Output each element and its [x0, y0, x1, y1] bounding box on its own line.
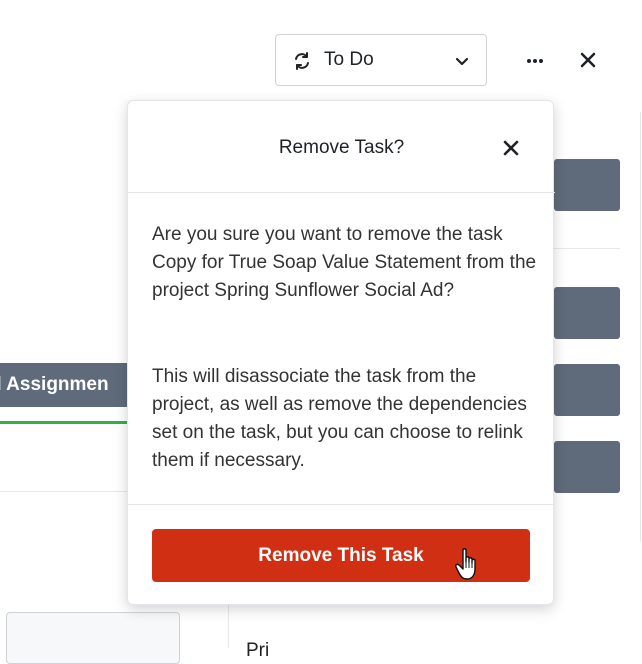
chevron-down-icon: [455, 57, 469, 66]
dialog-message: Are you sure you want to remove the task…: [152, 224, 537, 301]
side-button-3[interactable]: [554, 364, 620, 416]
dialog-footer-divider: [128, 504, 555, 505]
task-header: To Do: [0, 0, 642, 113]
dialog-detail: This will disassociate the task from the…: [152, 366, 527, 471]
ellipsis-icon[interactable]: [520, 46, 550, 76]
hand-pointer-icon: [455, 548, 476, 580]
dialog-header-divider: [128, 192, 555, 193]
section-label: Pri: [246, 640, 270, 661]
side-button-4[interactable]: [554, 441, 620, 493]
column-divider-right: [640, 112, 641, 542]
tab-assignment[interactable]: d Assignmen: [0, 363, 128, 407]
status-cycle-icon: [295, 52, 309, 70]
close-icon[interactable]: [574, 46, 602, 74]
text-field[interactable]: [6, 612, 180, 664]
side-button-2[interactable]: [554, 287, 620, 339]
remove-task-dialog: Remove Task? Are you sure you want to re…: [127, 100, 555, 605]
status-label: To Do: [324, 49, 374, 70]
active-tab-indicator: [0, 421, 128, 424]
close-icon[interactable]: [500, 137, 522, 159]
side-button-1[interactable]: [554, 159, 620, 211]
status-dropdown[interactable]: To Do: [275, 34, 487, 86]
side-divider: [554, 248, 620, 249]
dialog-title: Remove Task?: [278, 137, 405, 158]
